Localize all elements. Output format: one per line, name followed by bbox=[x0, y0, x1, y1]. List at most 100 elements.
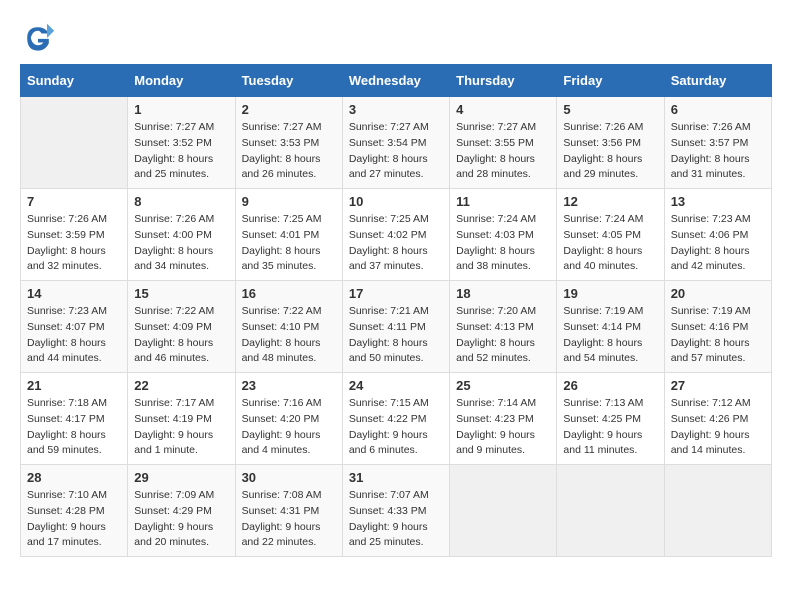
cell-content: Sunrise: 7:14 AM Sunset: 4:23 PM Dayligh… bbox=[456, 396, 550, 459]
calendar-cell: 1 Sunrise: 7:27 AM Sunset: 3:52 PM Dayli… bbox=[128, 97, 235, 189]
calendar-cell: 28 Sunrise: 7:10 AM Sunset: 4:28 PM Dayl… bbox=[21, 465, 128, 557]
cell-content: Sunrise: 7:10 AM Sunset: 4:28 PM Dayligh… bbox=[27, 488, 121, 551]
cell-content: Sunrise: 7:27 AM Sunset: 3:55 PM Dayligh… bbox=[456, 120, 550, 183]
calendar-cell: 24 Sunrise: 7:15 AM Sunset: 4:22 PM Dayl… bbox=[342, 373, 449, 465]
cell-content: Sunrise: 7:08 AM Sunset: 4:31 PM Dayligh… bbox=[242, 488, 336, 551]
calendar-cell: 11 Sunrise: 7:24 AM Sunset: 4:03 PM Dayl… bbox=[450, 189, 557, 281]
weekday-header-row: SundayMondayTuesdayWednesdayThursdayFrid… bbox=[21, 65, 772, 97]
cell-content: Sunrise: 7:19 AM Sunset: 4:16 PM Dayligh… bbox=[671, 304, 765, 367]
day-number: 4 bbox=[456, 102, 550, 117]
calendar-cell: 9 Sunrise: 7:25 AM Sunset: 4:01 PM Dayli… bbox=[235, 189, 342, 281]
calendar-cell: 14 Sunrise: 7:23 AM Sunset: 4:07 PM Dayl… bbox=[21, 281, 128, 373]
week-row-5: 28 Sunrise: 7:10 AM Sunset: 4:28 PM Dayl… bbox=[21, 465, 772, 557]
cell-content: Sunrise: 7:27 AM Sunset: 3:54 PM Dayligh… bbox=[349, 120, 443, 183]
calendar-cell bbox=[664, 465, 771, 557]
day-number: 16 bbox=[242, 286, 336, 301]
day-number: 7 bbox=[27, 194, 121, 209]
day-number: 14 bbox=[27, 286, 121, 301]
calendar-cell: 12 Sunrise: 7:24 AM Sunset: 4:05 PM Dayl… bbox=[557, 189, 664, 281]
cell-content: Sunrise: 7:26 AM Sunset: 3:59 PM Dayligh… bbox=[27, 212, 121, 275]
day-number: 18 bbox=[456, 286, 550, 301]
day-number: 23 bbox=[242, 378, 336, 393]
calendar-cell: 25 Sunrise: 7:14 AM Sunset: 4:23 PM Dayl… bbox=[450, 373, 557, 465]
cell-content: Sunrise: 7:23 AM Sunset: 4:07 PM Dayligh… bbox=[27, 304, 121, 367]
cell-content: Sunrise: 7:19 AM Sunset: 4:14 PM Dayligh… bbox=[563, 304, 657, 367]
cell-content: Sunrise: 7:24 AM Sunset: 4:03 PM Dayligh… bbox=[456, 212, 550, 275]
calendar-cell: 7 Sunrise: 7:26 AM Sunset: 3:59 PM Dayli… bbox=[21, 189, 128, 281]
calendar-cell: 17 Sunrise: 7:21 AM Sunset: 4:11 PM Dayl… bbox=[342, 281, 449, 373]
cell-content: Sunrise: 7:21 AM Sunset: 4:11 PM Dayligh… bbox=[349, 304, 443, 367]
logo-icon bbox=[20, 20, 56, 56]
cell-content: Sunrise: 7:22 AM Sunset: 4:09 PM Dayligh… bbox=[134, 304, 228, 367]
calendar-cell: 23 Sunrise: 7:16 AM Sunset: 4:20 PM Dayl… bbox=[235, 373, 342, 465]
calendar-cell: 8 Sunrise: 7:26 AM Sunset: 4:00 PM Dayli… bbox=[128, 189, 235, 281]
day-number: 6 bbox=[671, 102, 765, 117]
cell-content: Sunrise: 7:24 AM Sunset: 4:05 PM Dayligh… bbox=[563, 212, 657, 275]
weekday-header-tuesday: Tuesday bbox=[235, 65, 342, 97]
cell-content: Sunrise: 7:27 AM Sunset: 3:52 PM Dayligh… bbox=[134, 120, 228, 183]
day-number: 20 bbox=[671, 286, 765, 301]
cell-content: Sunrise: 7:25 AM Sunset: 4:02 PM Dayligh… bbox=[349, 212, 443, 275]
day-number: 29 bbox=[134, 470, 228, 485]
calendar-cell: 26 Sunrise: 7:13 AM Sunset: 4:25 PM Dayl… bbox=[557, 373, 664, 465]
day-number: 2 bbox=[242, 102, 336, 117]
weekday-header-sunday: Sunday bbox=[21, 65, 128, 97]
week-row-1: 1 Sunrise: 7:27 AM Sunset: 3:52 PM Dayli… bbox=[21, 97, 772, 189]
weekday-header-thursday: Thursday bbox=[450, 65, 557, 97]
day-number: 24 bbox=[349, 378, 443, 393]
calendar-cell: 22 Sunrise: 7:17 AM Sunset: 4:19 PM Dayl… bbox=[128, 373, 235, 465]
calendar-cell: 13 Sunrise: 7:23 AM Sunset: 4:06 PM Dayl… bbox=[664, 189, 771, 281]
day-number: 31 bbox=[349, 470, 443, 485]
day-number: 11 bbox=[456, 194, 550, 209]
header bbox=[20, 20, 772, 56]
day-number: 8 bbox=[134, 194, 228, 209]
cell-content: Sunrise: 7:07 AM Sunset: 4:33 PM Dayligh… bbox=[349, 488, 443, 551]
calendar-cell: 20 Sunrise: 7:19 AM Sunset: 4:16 PM Dayl… bbox=[664, 281, 771, 373]
cell-content: Sunrise: 7:23 AM Sunset: 4:06 PM Dayligh… bbox=[671, 212, 765, 275]
day-number: 27 bbox=[671, 378, 765, 393]
day-number: 17 bbox=[349, 286, 443, 301]
calendar-cell: 5 Sunrise: 7:26 AM Sunset: 3:56 PM Dayli… bbox=[557, 97, 664, 189]
day-number: 13 bbox=[671, 194, 765, 209]
week-row-4: 21 Sunrise: 7:18 AM Sunset: 4:17 PM Dayl… bbox=[21, 373, 772, 465]
cell-content: Sunrise: 7:13 AM Sunset: 4:25 PM Dayligh… bbox=[563, 396, 657, 459]
cell-content: Sunrise: 7:25 AM Sunset: 4:01 PM Dayligh… bbox=[242, 212, 336, 275]
calendar-cell: 3 Sunrise: 7:27 AM Sunset: 3:54 PM Dayli… bbox=[342, 97, 449, 189]
calendar-cell bbox=[21, 97, 128, 189]
day-number: 9 bbox=[242, 194, 336, 209]
cell-content: Sunrise: 7:20 AM Sunset: 4:13 PM Dayligh… bbox=[456, 304, 550, 367]
calendar-cell: 19 Sunrise: 7:19 AM Sunset: 4:14 PM Dayl… bbox=[557, 281, 664, 373]
cell-content: Sunrise: 7:15 AM Sunset: 4:22 PM Dayligh… bbox=[349, 396, 443, 459]
cell-content: Sunrise: 7:26 AM Sunset: 3:56 PM Dayligh… bbox=[563, 120, 657, 183]
calendar-cell: 4 Sunrise: 7:27 AM Sunset: 3:55 PM Dayli… bbox=[450, 97, 557, 189]
cell-content: Sunrise: 7:22 AM Sunset: 4:10 PM Dayligh… bbox=[242, 304, 336, 367]
cell-content: Sunrise: 7:17 AM Sunset: 4:19 PM Dayligh… bbox=[134, 396, 228, 459]
week-row-2: 7 Sunrise: 7:26 AM Sunset: 3:59 PM Dayli… bbox=[21, 189, 772, 281]
weekday-header-saturday: Saturday bbox=[664, 65, 771, 97]
calendar-cell: 10 Sunrise: 7:25 AM Sunset: 4:02 PM Dayl… bbox=[342, 189, 449, 281]
day-number: 26 bbox=[563, 378, 657, 393]
calendar-cell: 31 Sunrise: 7:07 AM Sunset: 4:33 PM Dayl… bbox=[342, 465, 449, 557]
day-number: 25 bbox=[456, 378, 550, 393]
day-number: 15 bbox=[134, 286, 228, 301]
day-number: 21 bbox=[27, 378, 121, 393]
calendar-cell: 2 Sunrise: 7:27 AM Sunset: 3:53 PM Dayli… bbox=[235, 97, 342, 189]
calendar-cell: 18 Sunrise: 7:20 AM Sunset: 4:13 PM Dayl… bbox=[450, 281, 557, 373]
day-number: 1 bbox=[134, 102, 228, 117]
day-number: 3 bbox=[349, 102, 443, 117]
calendar-cell: 21 Sunrise: 7:18 AM Sunset: 4:17 PM Dayl… bbox=[21, 373, 128, 465]
weekday-header-monday: Monday bbox=[128, 65, 235, 97]
calendar-cell: 6 Sunrise: 7:26 AM Sunset: 3:57 PM Dayli… bbox=[664, 97, 771, 189]
day-number: 28 bbox=[27, 470, 121, 485]
cell-content: Sunrise: 7:09 AM Sunset: 4:29 PM Dayligh… bbox=[134, 488, 228, 551]
day-number: 30 bbox=[242, 470, 336, 485]
calendar-cell: 16 Sunrise: 7:22 AM Sunset: 4:10 PM Dayl… bbox=[235, 281, 342, 373]
day-number: 22 bbox=[134, 378, 228, 393]
day-number: 12 bbox=[563, 194, 657, 209]
cell-content: Sunrise: 7:12 AM Sunset: 4:26 PM Dayligh… bbox=[671, 396, 765, 459]
cell-content: Sunrise: 7:16 AM Sunset: 4:20 PM Dayligh… bbox=[242, 396, 336, 459]
cell-content: Sunrise: 7:26 AM Sunset: 3:57 PM Dayligh… bbox=[671, 120, 765, 183]
day-number: 19 bbox=[563, 286, 657, 301]
weekday-header-friday: Friday bbox=[557, 65, 664, 97]
calendar-cell: 29 Sunrise: 7:09 AM Sunset: 4:29 PM Dayl… bbox=[128, 465, 235, 557]
